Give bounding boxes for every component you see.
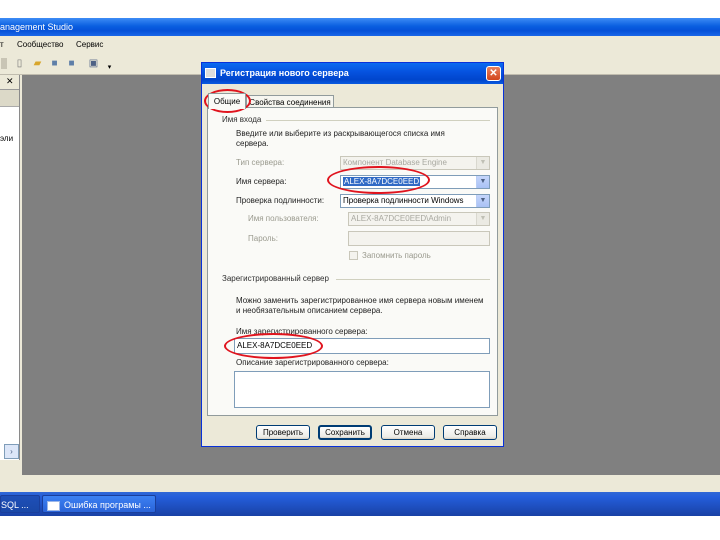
save-icon[interactable]: ■	[49, 58, 60, 69]
user-name-value: ALEX-8A7DCE0EED\Admin	[351, 214, 452, 223]
dialog-close-button[interactable]: ✕	[486, 66, 501, 81]
chevron-down-icon[interactable]: ▾	[104, 62, 115, 73]
help-button[interactable]: Справка	[443, 425, 497, 440]
registered-group-title: Зарегистрированный сервер	[222, 274, 329, 283]
cancel-button[interactable]: Отмена	[381, 425, 435, 440]
object-explorer-header: ✕	[0, 75, 19, 90]
highlight-registered-name	[224, 333, 323, 359]
description-label: Описание зарегистрированного сервера:	[236, 358, 389, 367]
app-title-bar[interactable]: anagement Studio	[0, 18, 720, 36]
test-button[interactable]: Проверить	[256, 425, 310, 440]
registered-instruction: Можно заменить зарегистрированное имя се…	[236, 296, 484, 315]
chevron-down-icon[interactable]: ▼	[476, 176, 489, 188]
password-label: Пароль:	[248, 234, 278, 243]
window-icon	[47, 500, 60, 511]
toolbar-button-cut[interactable]	[1, 58, 7, 69]
remember-password-checkbox	[349, 251, 358, 260]
new-query-icon[interactable]: ▯	[14, 58, 25, 69]
dialog-title-bar[interactable]: Регистрация нового сервера	[202, 63, 503, 84]
chevron-down-icon: ▼	[476, 213, 489, 225]
open-folder-icon[interactable]: ▰	[32, 58, 43, 69]
remember-password-label: Запомнить пароль	[362, 251, 431, 260]
taskbar-item-sql[interactable]: SQL ...	[0, 495, 40, 513]
authentication-label: Проверка подлинности:	[236, 196, 325, 205]
password-field	[348, 231, 490, 246]
menu-item-community[interactable]: Сообщество	[17, 37, 63, 53]
dialog-title: Регистрация нового сервера	[220, 68, 349, 78]
save-button[interactable]: Сохранить	[318, 425, 372, 440]
tab-general[interactable]: Общие	[208, 93, 246, 109]
server-type-value: Компонент Database Engine	[343, 158, 447, 167]
taskbar-item-label: SQL ...	[1, 500, 29, 510]
activity-monitor-icon[interactable]: ▣	[88, 58, 99, 69]
object-explorer-toolbar	[0, 90, 19, 107]
app-title: anagement Studio	[0, 22, 74, 32]
authentication-value: Проверка подлинности Windows	[343, 196, 464, 205]
close-icon[interactable]: ✕	[6, 76, 14, 87]
authentication-combo[interactable]: Проверка подлинности Windows ▼	[340, 194, 490, 208]
server-name-label: Имя сервера:	[236, 177, 287, 186]
taskbar-item-label: Ошибка програмы ...	[64, 500, 151, 510]
menu-item-tools[interactable]: Сервис	[76, 37, 103, 53]
server-icon	[205, 68, 216, 78]
menu-bar: т Сообщество Сервис	[0, 37, 720, 53]
chevron-down-icon: ▼	[476, 157, 489, 169]
highlight-server-name	[327, 166, 430, 194]
description-field[interactable]	[234, 371, 490, 408]
server-type-label: Тип сервера:	[236, 158, 285, 167]
status-area	[0, 476, 720, 490]
login-instruction: Введите или выберите из раскрывающегося …	[236, 129, 445, 148]
menu-item-window[interactable]: т	[0, 37, 4, 53]
group-divider	[266, 120, 490, 121]
scroll-right-icon[interactable]: ›	[4, 444, 19, 459]
taskbar-item-error[interactable]: Ошибка програмы ...	[42, 495, 156, 513]
object-explorer-item[interactable]: эли	[0, 134, 13, 143]
user-name-label: Имя пользователя:	[248, 214, 319, 223]
user-name-combo: ALEX-8A7DCE0EED\Admin ▼	[348, 212, 490, 226]
save-all-icon[interactable]: ■	[66, 58, 77, 69]
group-divider	[336, 279, 490, 280]
login-group-title: Имя входа	[222, 115, 262, 124]
tab-panel	[207, 107, 498, 416]
object-explorer-pane	[0, 75, 20, 460]
chevron-down-icon[interactable]: ▼	[476, 195, 489, 207]
taskbar: SQL ... Ошибка програмы ...	[0, 492, 720, 516]
